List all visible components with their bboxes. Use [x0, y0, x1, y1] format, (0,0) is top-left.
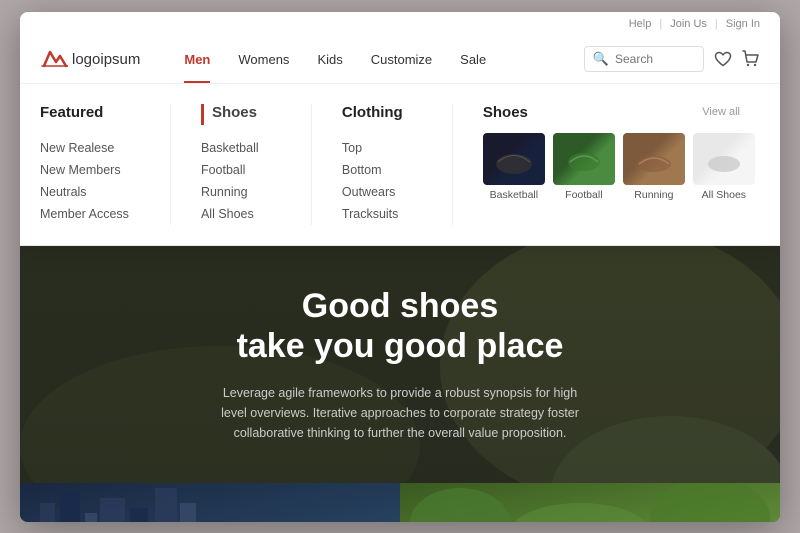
shoes-images-col: Shoes View all Basketball Football — [463, 104, 760, 225]
cart-icon[interactable] — [742, 50, 760, 68]
nav-right: 🔍 — [584, 46, 760, 72]
help-link[interactable]: Help — [629, 18, 652, 30]
shoe-thumb-allshoes[interactable]: All Shoes — [693, 133, 755, 201]
clothing-title: Clothing — [342, 104, 422, 125]
top-bar: Help | Join Us | Sign In — [40, 12, 760, 36]
view-all-link[interactable]: View all — [702, 106, 740, 118]
shoe-thumb-basketball[interactable]: Basketball — [483, 133, 545, 201]
clothing-item-0[interactable]: Top — [342, 137, 422, 159]
divider-3 — [452, 104, 453, 225]
shoe-thumb-running[interactable]: Running — [623, 133, 685, 201]
featured-item-0[interactable]: New Realese — [40, 137, 140, 159]
shoes-thumbnails: Basketball Football Running — [483, 133, 740, 201]
bottom-image-left — [20, 483, 400, 521]
shoe-label-allshoes: All Shoes — [702, 189, 746, 201]
shoe-label-football: Football — [565, 189, 602, 201]
logo-text: logoipsum — [72, 51, 140, 68]
wishlist-icon[interactable] — [714, 51, 732, 67]
logo[interactable]: logoipsum — [40, 48, 140, 70]
logo-icon — [40, 48, 68, 70]
search-icon: 🔍 — [593, 51, 609, 67]
shoe-label-basketball: Basketball — [490, 189, 538, 201]
hero-subtitle: Leverage agile frameworks to provide a r… — [210, 383, 590, 443]
shoes-col-title: Shoes — [201, 104, 281, 125]
bottom-image-right — [400, 483, 780, 521]
dropdown-menu: Featured New Realese New Members Neutral… — [20, 84, 780, 246]
shoes-item-3[interactable]: All Shoes — [201, 203, 281, 225]
clothing-item-1[interactable]: Bottom — [342, 159, 422, 181]
clothing-item-2[interactable]: Outwears — [342, 181, 422, 203]
nav-men[interactable]: Men — [170, 44, 224, 75]
hero-title: Good shoes take you good place — [40, 286, 760, 368]
shoes-col: Shoes Basketball Football Running All Sh… — [181, 104, 301, 225]
signin-link[interactable]: Sign In — [726, 18, 760, 30]
clothing-item-3[interactable]: Tracksuits — [342, 203, 422, 225]
search-input[interactable] — [615, 52, 695, 66]
nav-bar: logoipsum Men Womens Kids Customize Sale… — [40, 36, 760, 83]
shoes-images-title: Shoes — [483, 104, 528, 121]
hero-section: Good shoes take you good place Leverage … — [20, 246, 780, 522]
hero-title-line1: Good shoes — [302, 287, 498, 325]
divider-2 — [311, 104, 312, 225]
nav-kids[interactable]: Kids — [303, 44, 356, 75]
hero-content: Good shoes take you good place Leverage … — [20, 246, 780, 484]
browser-window: Help | Join Us | Sign In logoipsum Men W… — [20, 12, 780, 522]
shoe-label-running: Running — [634, 189, 673, 201]
hero-title-line2: take you good place — [237, 327, 564, 365]
shoe-img-basketball — [483, 133, 545, 185]
nav-customize[interactable]: Customize — [357, 44, 446, 75]
featured-item-3[interactable]: Member Access — [40, 203, 140, 225]
nav-links: Men Womens Kids Customize Sale — [170, 44, 583, 75]
shoe-thumb-football[interactable]: Football — [553, 133, 615, 201]
search-box[interactable]: 🔍 — [584, 46, 704, 72]
join-link[interactable]: Join Us — [670, 18, 707, 30]
nav-womens[interactable]: Womens — [224, 44, 303, 75]
shoe-img-running — [623, 133, 685, 185]
shoes-images-header: Shoes View all — [483, 104, 740, 121]
shoe-img-football — [553, 133, 615, 185]
clothing-col: Clothing Top Bottom Outwears Tracksuits — [322, 104, 442, 225]
featured-item-1[interactable]: New Members — [40, 159, 140, 181]
featured-item-2[interactable]: Neutrals — [40, 181, 140, 203]
shoes-item-0[interactable]: Basketball — [201, 137, 281, 159]
nav-sale[interactable]: Sale — [446, 44, 500, 75]
featured-title: Featured — [40, 104, 140, 125]
bottom-images — [20, 483, 780, 521]
shoes-item-1[interactable]: Football — [201, 159, 281, 181]
header: Help | Join Us | Sign In logoipsum Men W… — [20, 12, 780, 84]
divider-1 — [170, 104, 171, 225]
shoes-item-2[interactable]: Running — [201, 181, 281, 203]
shoe-img-allshoes — [693, 133, 755, 185]
sep1: | — [659, 18, 662, 30]
sep2: | — [715, 18, 718, 30]
featured-col: Featured New Realese New Members Neutral… — [40, 104, 160, 225]
